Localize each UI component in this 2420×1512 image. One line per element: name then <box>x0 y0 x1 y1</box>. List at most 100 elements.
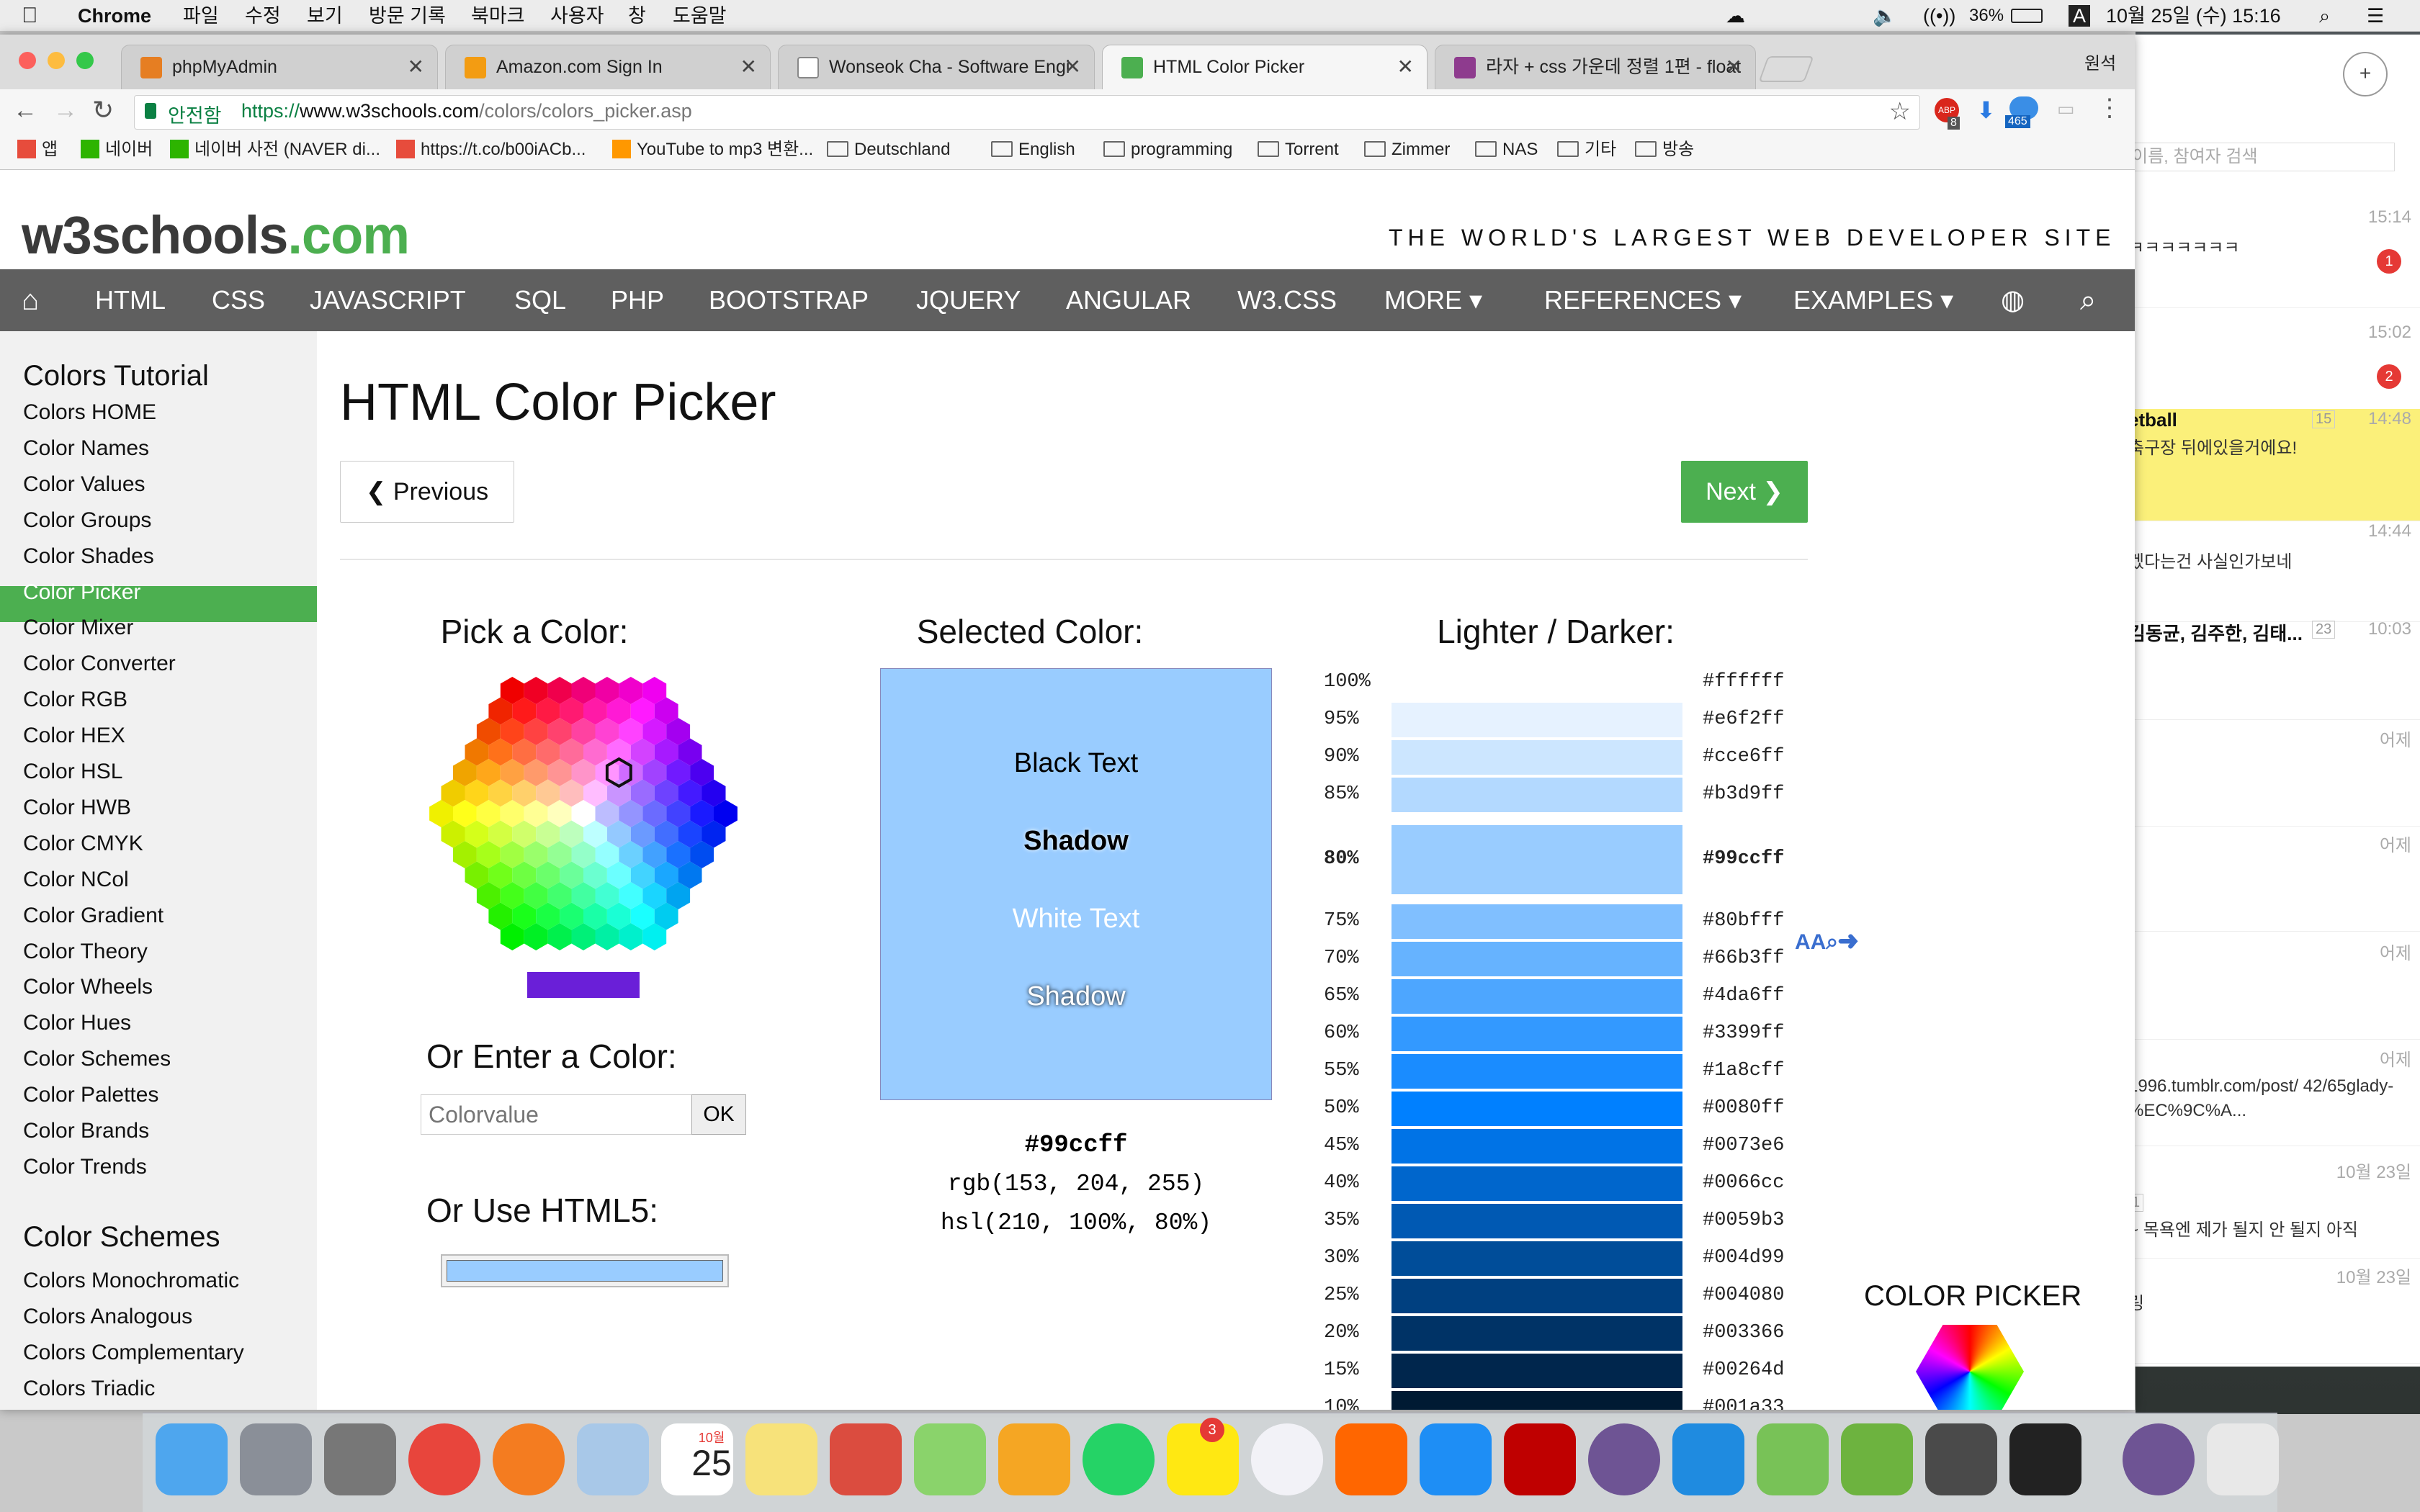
sidebar-item-color-values[interactable]: Color Values <box>23 472 145 497</box>
shade-swatch[interactable] <box>1392 1054 1682 1089</box>
chat-row[interactable]: 10월 23일 1 ~ 목욕엔 제가 될지 안 될지 아직 <box>2107 1158 2420 1259</box>
minimize-window-button[interactable] <box>48 52 65 69</box>
url-text[interactable]: https://www.w3schools.com/colors/colors_… <box>241 100 692 122</box>
shade-swatch[interactable] <box>1392 825 1682 894</box>
bookmark-item[interactable]: Deutschland <box>827 137 950 163</box>
shade-row[interactable]: 25% #004080 <box>317 1279 1829 1313</box>
volume-icon[interactable]: 🔈 <box>1873 3 1897 29</box>
tab-amazon[interactable]: Amazon.com Sign In ✕ <box>445 45 771 89</box>
globe-icon[interactable]: ◍ <box>2001 269 2025 331</box>
clock[interactable]: 10월 25일 (수) 15:16 <box>2106 3 2281 29</box>
bookmark-item[interactable]: English <box>991 137 1075 163</box>
shade-row[interactable]: 75% #80bfff <box>317 904 1829 939</box>
new-chat-icon[interactable]: + <box>2343 52 2388 96</box>
home-icon[interactable]: ⌂ <box>22 269 39 331</box>
terminal-icon[interactable] <box>2009 1423 2081 1495</box>
bookmark-item[interactable]: Zimmer <box>1364 137 1450 163</box>
finder-icon[interactable] <box>156 1423 228 1495</box>
previous-button[interactable]: ❮ Previous <box>340 461 514 523</box>
bookmark-star-icon[interactable]: ☆ <box>1889 97 1911 126</box>
nav-examples[interactable]: EXAMPLES ▾ <box>1793 269 1953 331</box>
menu-people[interactable]: 사용자 <box>550 3 604 29</box>
sidebar-item-color-names[interactable]: Color Names <box>23 436 149 461</box>
chat-row[interactable]: 14:44 겠다는건 사실인가보네 <box>2107 521 2420 622</box>
system-preferences-icon[interactable] <box>324 1423 396 1495</box>
sidebar-item-color-gradient[interactable]: Color Gradient <box>23 904 163 928</box>
shade-swatch[interactable] <box>1392 1204 1682 1238</box>
sidebar-item-color-theory[interactable]: Color Theory <box>23 940 148 964</box>
next-button[interactable]: Next ❯ <box>1681 461 1808 523</box>
back-icon[interactable]: ← <box>13 96 37 125</box>
shade-swatch[interactable] <box>1392 1166 1682 1201</box>
bookmark-item[interactable]: https://t.co/b00iACb... <box>396 137 586 163</box>
nav-php[interactable]: PHP <box>611 269 664 331</box>
close-window-button[interactable] <box>19 52 36 69</box>
sidebar-item-color-hues[interactable]: Color Hues <box>23 1011 131 1035</box>
shade-swatch[interactable] <box>1392 778 1682 812</box>
chrome-icon[interactable] <box>408 1423 480 1495</box>
shade-swatch[interactable] <box>1392 904 1682 939</box>
sidebar-item-colors-monochromatic[interactable]: Colors Monochromatic <box>23 1269 239 1293</box>
apple-icon[interactable]:  <box>22 3 38 29</box>
sidebar-item-color-cmyk[interactable]: Color CMYK <box>23 832 143 856</box>
wunderlist-icon[interactable] <box>830 1423 902 1495</box>
nav-css[interactable]: CSS <box>212 269 265 331</box>
menu-window[interactable]: 창 <box>628 3 646 29</box>
shade-swatch[interactable] <box>1392 1017 1682 1051</box>
sidebar-item-color-mixer[interactable]: Color Mixer <box>23 616 133 640</box>
github-desktop-icon[interactable] <box>1588 1423 1660 1495</box>
shade-swatch[interactable] <box>1392 979 1682 1014</box>
shade-row[interactable]: 95% #e6f2ff <box>317 703 1829 737</box>
nav-sql[interactable]: SQL <box>514 269 566 331</box>
cloud-icon[interactable]: ☁ <box>1726 3 1745 29</box>
spotlight-icon[interactable]: ⌕ <box>2319 3 2330 29</box>
menu-file[interactable]: 파일 <box>183 3 219 29</box>
close-tab-icon[interactable]: ✕ <box>1726 45 1742 89</box>
github-icon[interactable] <box>2123 1423 2195 1495</box>
nav-jquery[interactable]: JQUERY <box>916 269 1021 331</box>
nav-javascript[interactable]: JAVASCRIPT <box>310 269 466 331</box>
sidebar-item-color-wheels[interactable]: Color Wheels <box>23 975 153 999</box>
chat-row[interactable]: 어제 1996.tumblr.com/post/ 42/65glady-%EC%9… <box>2107 1045 2420 1146</box>
menu-help[interactable]: 도움말 <box>673 3 727 29</box>
sidebar-item-color-hsl[interactable]: Color HSL <box>23 760 122 784</box>
translate-extension-icons[interactable]: AA⌕➜ <box>1795 930 1858 955</box>
itunes-icon[interactable] <box>1251 1423 1323 1495</box>
spring-icon[interactable] <box>1841 1423 1913 1495</box>
shade-row[interactable]: 35% #0059b3 <box>317 1204 1829 1238</box>
bookmark-item[interactable]: 네이버 사전 (NAVER di... <box>170 137 380 163</box>
sidebar-item-colors-triadic[interactable]: Colors Triadic <box>23 1377 155 1401</box>
chat-row[interactable]: 어제 <box>2107 831 2420 932</box>
shade-row[interactable]: 30% #004d99 <box>317 1241 1829 1276</box>
download-extension-icon[interactable]: ⬇ <box>1976 96 1996 124</box>
menu-edit[interactable]: 수정 <box>245 3 281 29</box>
sidebar-item-color-groups[interactable]: Color Groups <box>23 508 151 533</box>
shade-row[interactable]: 90% #cce6ff <box>317 740 1829 775</box>
close-tab-icon[interactable]: ✕ <box>740 45 757 89</box>
close-tab-icon[interactable]: ✕ <box>408 45 424 89</box>
shade-swatch[interactable] <box>1392 1279 1682 1313</box>
preview-icon[interactable] <box>577 1423 649 1495</box>
shade-row[interactable]: 85% #b3d9ff <box>317 778 1829 812</box>
shade-row[interactable]: 80% #99ccff <box>317 825 1829 894</box>
shade-swatch[interactable] <box>1392 1354 1682 1388</box>
tab-phpmyadmin[interactable]: phpMyAdmin ✕ <box>121 45 438 89</box>
shade-swatch[interactable] <box>1392 703 1682 737</box>
trash-icon[interactable] <box>2207 1423 2279 1495</box>
chat-row[interactable]: 어제 <box>2107 726 2420 827</box>
sidebar-item-color-shades[interactable]: Color Shades <box>23 544 154 569</box>
nav-references[interactable]: REFERENCES ▾ <box>1544 269 1742 331</box>
app-store-icon[interactable] <box>1420 1423 1492 1495</box>
shade-row[interactable]: 70% #66b3ff <box>317 942 1829 976</box>
shade-row[interactable]: 50% #0080ff <box>317 1092 1829 1126</box>
sidebar-item-color-trends[interactable]: Color Trends <box>23 1155 147 1179</box>
sidebar-item-color-rgb[interactable]: Color RGB <box>23 688 127 712</box>
photos-icon[interactable] <box>998 1423 1070 1495</box>
close-tab-icon[interactable]: ✕ <box>1065 45 1081 89</box>
filezilla-icon[interactable] <box>1504 1423 1576 1495</box>
sidebar-item-color-hwb[interactable]: Color HWB <box>23 796 131 820</box>
bookmark-item[interactable]: 네이버 <box>81 137 153 163</box>
profile-name[interactable]: 원석 <box>2084 49 2116 74</box>
app-menu-chrome[interactable]: Chrome <box>78 3 151 29</box>
input-source[interactable]: A <box>2069 5 2091 27</box>
